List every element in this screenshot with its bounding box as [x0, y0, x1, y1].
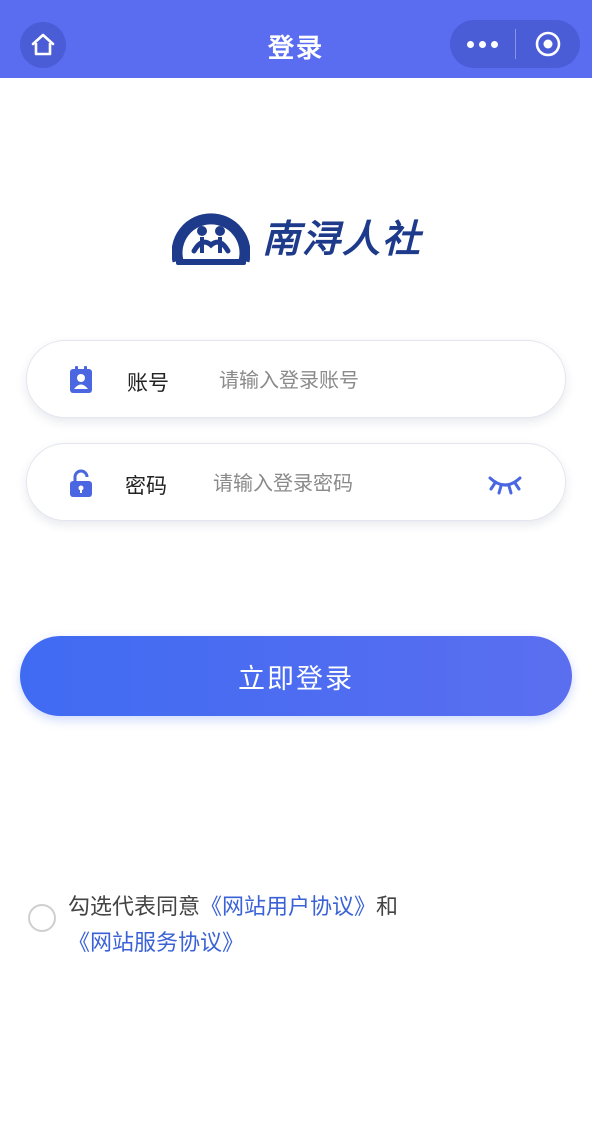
mini-program-capsule	[450, 20, 580, 68]
password-input[interactable]	[213, 462, 473, 504]
eye-closed-icon[interactable]	[487, 468, 523, 498]
agreement-checkbox[interactable]	[28, 904, 56, 932]
close-mini-program-button[interactable]	[516, 20, 581, 68]
top-nav-bar: 登录	[0, 0, 592, 78]
brand-logo: 南浔人社	[172, 200, 422, 270]
emblem-icon	[172, 213, 250, 265]
agreement-prefix: 勾选代表同意	[68, 895, 201, 920]
lock-icon	[70, 469, 92, 497]
more-button[interactable]	[450, 20, 515, 68]
brand-name: 南浔人社	[262, 215, 423, 261]
account-badge-icon	[70, 366, 92, 393]
password-label: 密码	[125, 474, 167, 498]
account-input[interactable]	[219, 359, 479, 401]
user-agreement-link[interactable]: 《网站用户协议》	[200, 895, 376, 920]
more-dots-icon	[466, 40, 498, 48]
account-field[interactable]: 账号	[26, 340, 566, 418]
target-close-icon	[535, 31, 561, 57]
service-agreement-link[interactable]: 《网站服务协议》	[68, 931, 244, 956]
account-label: 账号	[127, 371, 169, 395]
password-field[interactable]: 密码	[26, 443, 566, 521]
login-button[interactable]: 立即登录	[20, 636, 572, 716]
agreement-connector: 和	[376, 895, 399, 920]
agreement-text: 勾选代表同意《网站用户协议》和《网站服务协议》	[68, 890, 568, 962]
